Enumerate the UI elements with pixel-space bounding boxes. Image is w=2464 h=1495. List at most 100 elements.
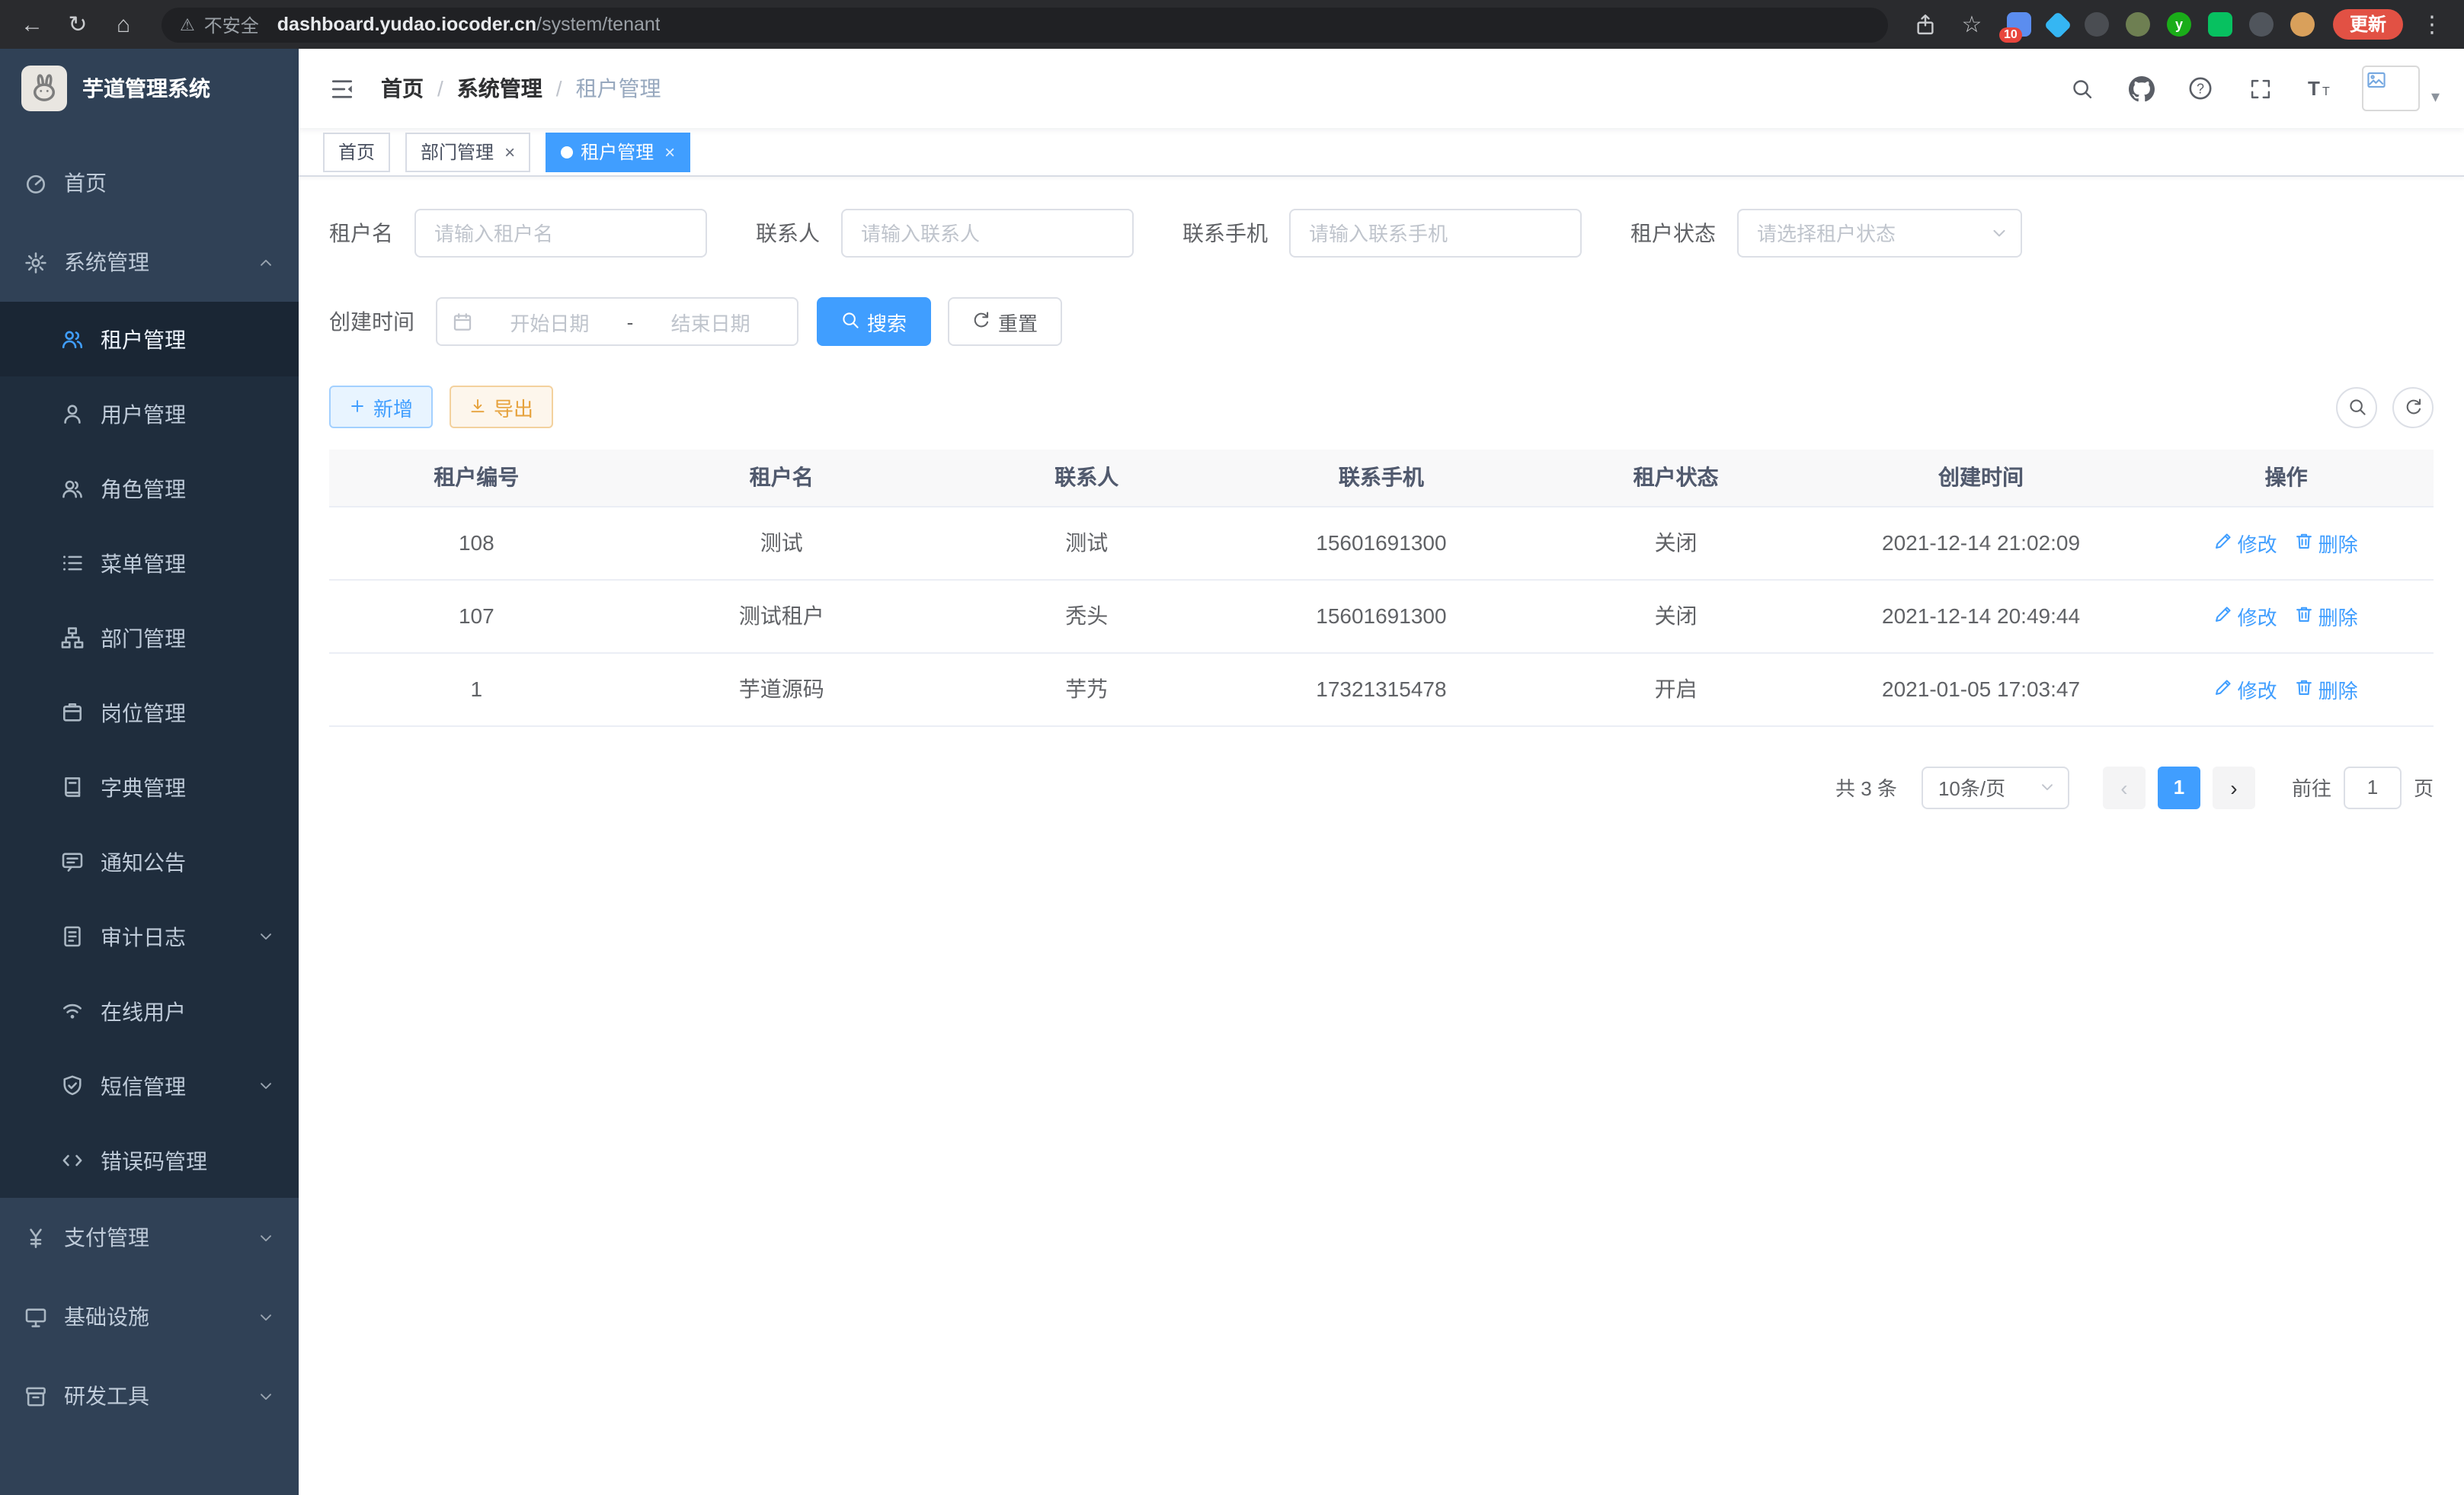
- toolbar-row: 新增 导出: [329, 386, 2434, 428]
- tab-2[interactable]: 部门管理 ×: [405, 132, 530, 171]
- security-label[interactable]: 不安全: [204, 11, 259, 37]
- edit-link[interactable]: 修改: [2215, 528, 2277, 557]
- breadcrumb-home[interactable]: 首页: [381, 73, 424, 104]
- tab-1[interactable]: 首页: [323, 132, 390, 171]
- tenant-table: 租户编号租户名联系人联系手机租户状态创建时间操作 108测试测试15601691…: [329, 450, 2434, 726]
- next-page-button[interactable]: ›: [2213, 766, 2255, 808]
- chevron-down-icon: [258, 928, 274, 945]
- trash-icon: [2296, 604, 2314, 627]
- extensions-area: 10 y: [2007, 12, 2315, 37]
- goto-label: 前往: [2292, 773, 2331, 802]
- tab-close-icon[interactable]: ×: [504, 142, 515, 161]
- sidebar-item-devtool[interactable]: 研发工具: [0, 1356, 299, 1436]
- role-icon: [61, 477, 85, 500]
- table-row: 108测试测试15601691300关闭2021-12-14 21:02:09修…: [329, 506, 2434, 579]
- sidebar-item-dept[interactable]: 部门管理: [0, 600, 299, 675]
- extension-pinned-4[interactable]: [2126, 12, 2150, 37]
- sidebar-item-post[interactable]: 岗位管理: [0, 675, 299, 750]
- sidebar-item-notice[interactable]: 通知公告: [0, 824, 299, 899]
- sidebar-item-user[interactable]: 用户管理: [0, 376, 299, 451]
- reset-button[interactable]: 重置: [948, 297, 1062, 346]
- sidebar-item-pay[interactable]: 支付管理: [0, 1198, 299, 1277]
- extension-pinned-3[interactable]: [2085, 12, 2109, 37]
- cell-id: 108: [329, 506, 624, 579]
- page-size-select[interactable]: [1922, 766, 2069, 808]
- sidebar-item-errorcode[interactable]: 错误码管理: [0, 1123, 299, 1198]
- date-range-input[interactable]: 开始日期 - 结束日期: [436, 297, 798, 346]
- sidebar-item-online[interactable]: 在线用户: [0, 974, 299, 1048]
- delete-link[interactable]: 删除: [2296, 528, 2358, 557]
- cell-created: 2021-01-05 17:03:47: [1823, 652, 2139, 725]
- column-header-4: 联系手机: [1234, 450, 1529, 506]
- sidebar-item-home[interactable]: 首页: [0, 143, 299, 222]
- font-size-icon[interactable]: TT: [2303, 72, 2337, 105]
- search-button[interactable]: 搜索: [817, 297, 931, 346]
- address-bar[interactable]: ⚠ 不安全 dashboard.yudao.iocoder.cn/system/…: [162, 7, 1888, 42]
- cell-actions: 修改删除: [2139, 506, 2434, 579]
- home-icon[interactable]: ⌂: [107, 8, 140, 41]
- sidebar-item-system[interactable]: 系统管理: [0, 222, 299, 302]
- share-icon[interactable]: [1909, 8, 1943, 41]
- tab-label: 部门管理: [421, 139, 494, 165]
- tenant-name-input[interactable]: [414, 209, 707, 258]
- sidebar-item-dict[interactable]: 字典管理: [0, 750, 299, 824]
- extension-pinned-5[interactable]: y: [2167, 12, 2191, 37]
- sidebar-item-label: 基础设施: [64, 1301, 248, 1332]
- edit-icon: [2215, 677, 2233, 700]
- extension-pinned-7[interactable]: [2249, 12, 2274, 37]
- gear-icon: [24, 251, 49, 274]
- sidebar-item-label: 首页: [64, 168, 274, 198]
- sidebar-item-tenant[interactable]: 租户管理: [0, 302, 299, 376]
- toggle-search-button[interactable]: [2336, 386, 2377, 427]
- sidebar-item-sms[interactable]: 短信管理: [0, 1048, 299, 1123]
- signal-icon: [61, 1000, 85, 1023]
- sidebar-item-auditlog[interactable]: 审计日志: [0, 899, 299, 974]
- add-button[interactable]: 新增: [329, 386, 433, 428]
- search-icon[interactable]: [2066, 72, 2099, 105]
- extension-pinned-8[interactable]: [2290, 12, 2315, 37]
- back-icon[interactable]: ←: [15, 8, 49, 41]
- sidebar-toggle-icon[interactable]: [323, 70, 360, 107]
- github-icon[interactable]: [2125, 72, 2158, 105]
- user-avatar[interactable]: [2363, 66, 2421, 111]
- cell-id: 107: [329, 579, 624, 652]
- page-number-1[interactable]: 1: [2158, 766, 2200, 808]
- export-button[interactable]: 导出: [450, 386, 553, 428]
- refresh-table-button[interactable]: [2392, 386, 2434, 427]
- edit-icon: [2215, 531, 2233, 554]
- sidebar-item-menu[interactable]: 菜单管理: [0, 526, 299, 600]
- sidebar-item-label: 审计日志: [101, 921, 248, 952]
- goto-page-input[interactable]: [2344, 766, 2402, 808]
- extension-pinned-2[interactable]: [2044, 11, 2072, 39]
- tab-close-icon[interactable]: ×: [664, 142, 675, 161]
- fullscreen-icon[interactable]: [2244, 72, 2277, 105]
- url-text[interactable]: dashboard.yudao.iocoder.cn/system/tenant: [277, 14, 661, 35]
- delete-link[interactable]: 删除: [2296, 674, 2358, 703]
- avatar-caret-icon[interactable]: ▾: [2431, 87, 2440, 107]
- edit-icon: [2215, 604, 2233, 627]
- sidebar-item-infra[interactable]: 基础设施: [0, 1277, 299, 1356]
- svg-text:?: ?: [2197, 81, 2205, 96]
- column-header-6: 创建时间: [1823, 450, 2139, 506]
- bookmark-star-icon[interactable]: ☆: [1955, 8, 1989, 41]
- delete-link[interactable]: 删除: [2296, 601, 2358, 630]
- status-select[interactable]: [1737, 209, 2022, 258]
- shield-icon: [61, 1074, 85, 1097]
- page: ← ↻ ⌂ ⚠ 不安全 dashboard.yudao.iocoder.cn/s…: [0, 0, 2464, 1495]
- extension-pinned-6[interactable]: [2208, 12, 2232, 37]
- prev-page-button[interactable]: ‹: [2103, 766, 2146, 808]
- update-button[interactable]: 更新: [2333, 9, 2403, 40]
- contact-input[interactable]: [841, 209, 1134, 258]
- sidebar-item-role[interactable]: 角色管理: [0, 451, 299, 526]
- edit-link[interactable]: 修改: [2215, 674, 2277, 703]
- browser-menu-icon[interactable]: ⋮: [2415, 8, 2449, 41]
- create-time-label: 创建时间: [329, 306, 414, 337]
- reload-icon[interactable]: ↻: [61, 8, 94, 41]
- extension-pinned-1[interactable]: 10: [2007, 12, 2031, 37]
- tab-3[interactable]: 租户管理×: [546, 132, 690, 171]
- breadcrumb-system[interactable]: 系统管理: [457, 73, 542, 104]
- help-icon[interactable]: ?: [2184, 72, 2218, 105]
- sidebar-logo[interactable]: 芋道管理系统: [0, 49, 299, 128]
- edit-link[interactable]: 修改: [2215, 601, 2277, 630]
- phone-input[interactable]: [1289, 209, 1582, 258]
